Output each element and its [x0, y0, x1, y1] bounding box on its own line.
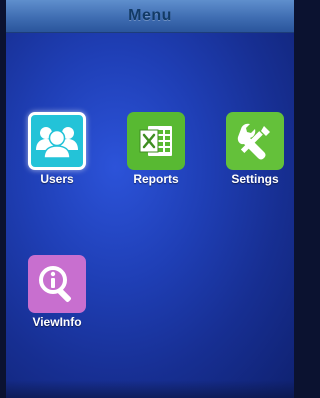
settings-tile-icon-box	[226, 112, 284, 170]
title-bar: Menu	[6, 0, 294, 33]
viewinfo-tile-icon-box	[28, 255, 86, 313]
menu-tile-viewinfo[interactable]: ViewInfo	[17, 255, 97, 329]
excel-sheet-icon	[139, 126, 172, 156]
wrench-screwdriver-icon	[237, 123, 270, 160]
users-group-icon	[36, 127, 78, 159]
menu-tile-reports[interactable]: Reports	[116, 112, 196, 186]
info-magnifier-icon	[39, 266, 71, 302]
users-tile-icon-box	[28, 112, 86, 170]
screen-background: Menu Users Reports Settings ViewInfo	[6, 0, 294, 398]
menu-tile-viewinfo-label: ViewInfo	[32, 315, 82, 329]
menu-tile-reports-label: Reports	[133, 172, 179, 186]
menu-tile-settings-label: Settings	[231, 172, 279, 186]
menu-tile-users-label: Users	[40, 172, 74, 186]
page-title: Menu	[128, 7, 172, 24]
menu-tile-users[interactable]: Users	[17, 112, 97, 186]
reports-tile-icon-box	[127, 112, 185, 170]
menu-tile-settings[interactable]: Settings	[215, 112, 294, 186]
device-screen: Menu Users Reports Settings ViewInfo	[0, 0, 294, 398]
bottom-bezel-shadow	[6, 380, 294, 398]
